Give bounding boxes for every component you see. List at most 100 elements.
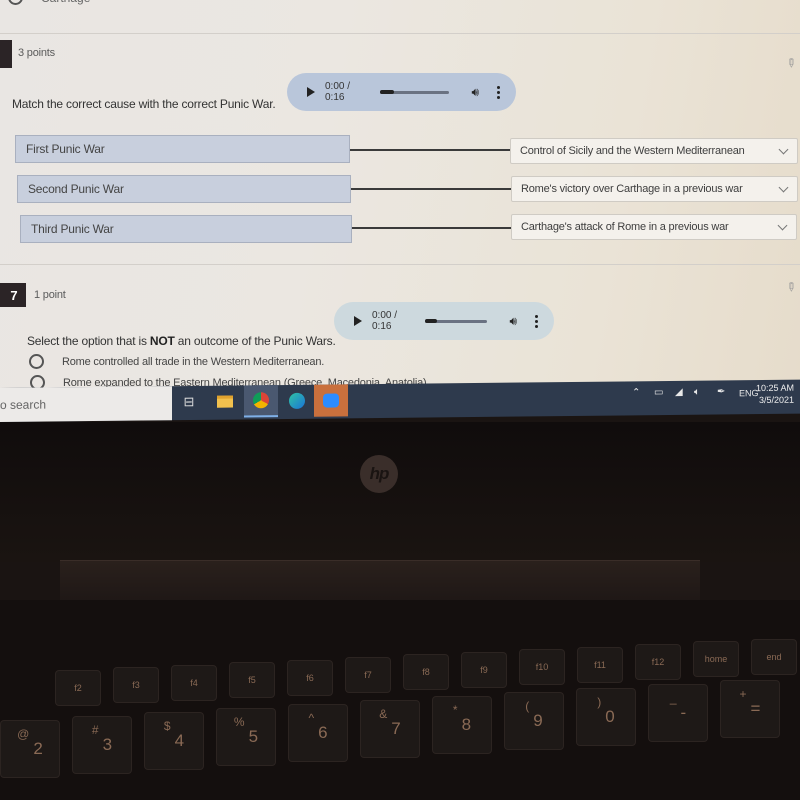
wifi-icon[interactable]: ◢ [675,387,683,398]
system-clock[interactable]: 10:25 AM 3/5/2021 [756,382,794,406]
keyboard-key-4[interactable]: $4 [144,712,204,770]
hp-logo: hp [360,455,398,493]
key-shift-label: * [452,703,458,717]
battery-icon[interactable]: ▭ [654,387,663,398]
keyboard-key-home[interactable]: home [693,641,739,678]
zoom-app-icon[interactable] [314,384,348,417]
key-main-label: 4 [174,731,185,750]
key-shift-label: & [379,707,388,721]
keyboard-key-f2[interactable]: f2 [55,670,101,706]
keyboard-key-end[interactable]: end [751,638,797,675]
match-connector-line [352,227,511,229]
pin-icon[interactable]: ✎ [783,54,800,71]
radio-button[interactable] [8,0,23,5]
volume-icon[interactable]: 🔊︎ [509,314,517,329]
key-shift-label: @ [17,727,30,741]
left-item[interactable]: Third Punic War [20,215,352,243]
question-divider [0,33,800,34]
keyboard-key-9[interactable]: (9 [504,692,564,750]
file-explorer-icon[interactable] [208,385,242,417]
keyboard-key-2[interactable]: @2 [0,720,60,778]
question-number-badge [0,40,12,68]
keyboard-key-3[interactable]: #3 [72,716,132,774]
dropdown-value: Carthage's attack of Rome in a previous … [521,221,729,233]
taskbar-search-box[interactable]: o search [0,386,172,422]
keyboard-key-f8[interactable]: f8 [403,654,449,691]
key-main-label: = [750,699,761,718]
key-main-label: 5 [248,727,259,746]
show-hidden-icons-chevron[interactable]: ⌃ [632,387,640,398]
keyboard-key-f10[interactable]: f10 [519,649,565,686]
keyboard-key-f12[interactable]: f12 [635,644,681,680]
speaker-icon[interactable]: 🔈︎ [694,387,700,398]
keyboard-key-f9[interactable]: f9 [461,651,507,688]
question-points: 3 points [18,47,55,59]
chrome-icon[interactable] [244,385,278,418]
left-item-label: First Punic War [26,142,105,156]
keyboard-key-f7[interactable]: f7 [345,657,391,693]
audio-time: 0:00 / 0:16 [372,310,398,332]
pin-icon[interactable]: ✎ [783,278,800,295]
answer-dropdown[interactable]: Carthage's attack of Rome in a previous … [511,214,797,240]
keyboard-key-0[interactable]: ) 0 [576,688,636,746]
key-shift-label: ^ [308,711,315,725]
match-connector-line [350,149,510,151]
answer-dropdown[interactable]: Control of Sicily and the Western Medite… [510,138,798,164]
answer-option[interactable]: Rome controlled all trade in the Western… [29,354,324,369]
question-points: 1 point [34,289,66,301]
question-text: Match the correct cause with the correct… [12,97,276,111]
left-item-label: Second Punic War [28,182,124,196]
audio-progress-slider[interactable] [424,319,488,323]
key-main-label: - [680,703,687,722]
audio-progress-slider[interactable] [380,90,450,94]
laptop-bezel [0,422,800,562]
keyboard-key--[interactable]: _ - [648,684,708,742]
audio-player[interactable]: 0:00 / 0:16 🔊︎ [334,302,554,340]
dropdown-value: Rome's victory over Carthage in a previo… [521,183,743,195]
dropdown-value: Control of Sicily and the Western Medite… [520,145,745,157]
key-main-label: 7 [391,719,401,738]
key-main-label: 9 [533,711,543,730]
key-shift-label: ) [597,695,602,709]
audio-progress-fill [380,90,395,94]
key-shift-label: # [91,723,99,737]
volume-icon[interactable]: 🔊︎ [471,85,479,100]
more-options-icon[interactable] [535,314,538,328]
left-item[interactable]: First Punic War [15,135,350,163]
key-shift-label: _ [669,691,677,705]
previous-question-option[interactable]: Carthage [8,0,90,5]
edge-icon[interactable] [280,385,314,417]
question-text-part: an outcome of the Punic Wars. [174,334,336,348]
question-text-part: Select the option that is [27,334,150,348]
laptop-hinge [60,560,700,600]
windows-taskbar: o search ⊟ ⌃ ▭ ◢ 🔈︎ ✒ ENG 10:25 AM 3/5/2… [0,379,800,422]
keyboard-key-7[interactable]: & 7 [360,700,420,758]
keyboard-key-f6[interactable]: f6 [287,659,333,696]
play-icon[interactable] [354,316,362,326]
pen-icon[interactable]: ✒ [717,386,725,397]
match-connector-line [351,188,511,190]
task-view-icon[interactable]: ⊟ [172,386,206,418]
key-shift-label: ( [525,699,530,713]
audio-player[interactable]: 0:00 / 0:16 🔊︎ [287,73,516,111]
question-text-emphasis: NOT [149,334,175,348]
keyboard-key-5[interactable]: % 5 [216,708,276,766]
keyboard-key-8[interactable]: * 8 [432,696,492,754]
play-icon[interactable] [307,87,315,97]
key-main-label: 0 [605,707,615,726]
question-number-badge: 7 [0,283,26,307]
keyboard-key-f4[interactable]: f4 [171,664,217,701]
chevron-down-icon [778,144,789,154]
search-placeholder: o search [0,397,47,412]
key-shift-label: $ [163,719,171,733]
keyboard-key-f5[interactable]: f5 [229,662,275,699]
keyboard-key-f3[interactable]: f3 [113,667,159,704]
keyboard-key-=[interactable]: + = [720,680,780,738]
left-item[interactable]: Second Punic War [17,175,351,203]
answer-dropdown[interactable]: Rome's victory over Carthage in a previo… [511,176,798,202]
key-shift-label: % [233,715,245,729]
radio-button[interactable] [29,354,44,369]
keyboard-key-6[interactable]: ^ 6 [288,704,348,762]
more-options-icon[interactable] [497,85,500,99]
keyboard-key-f11[interactable]: f11 [577,646,623,683]
